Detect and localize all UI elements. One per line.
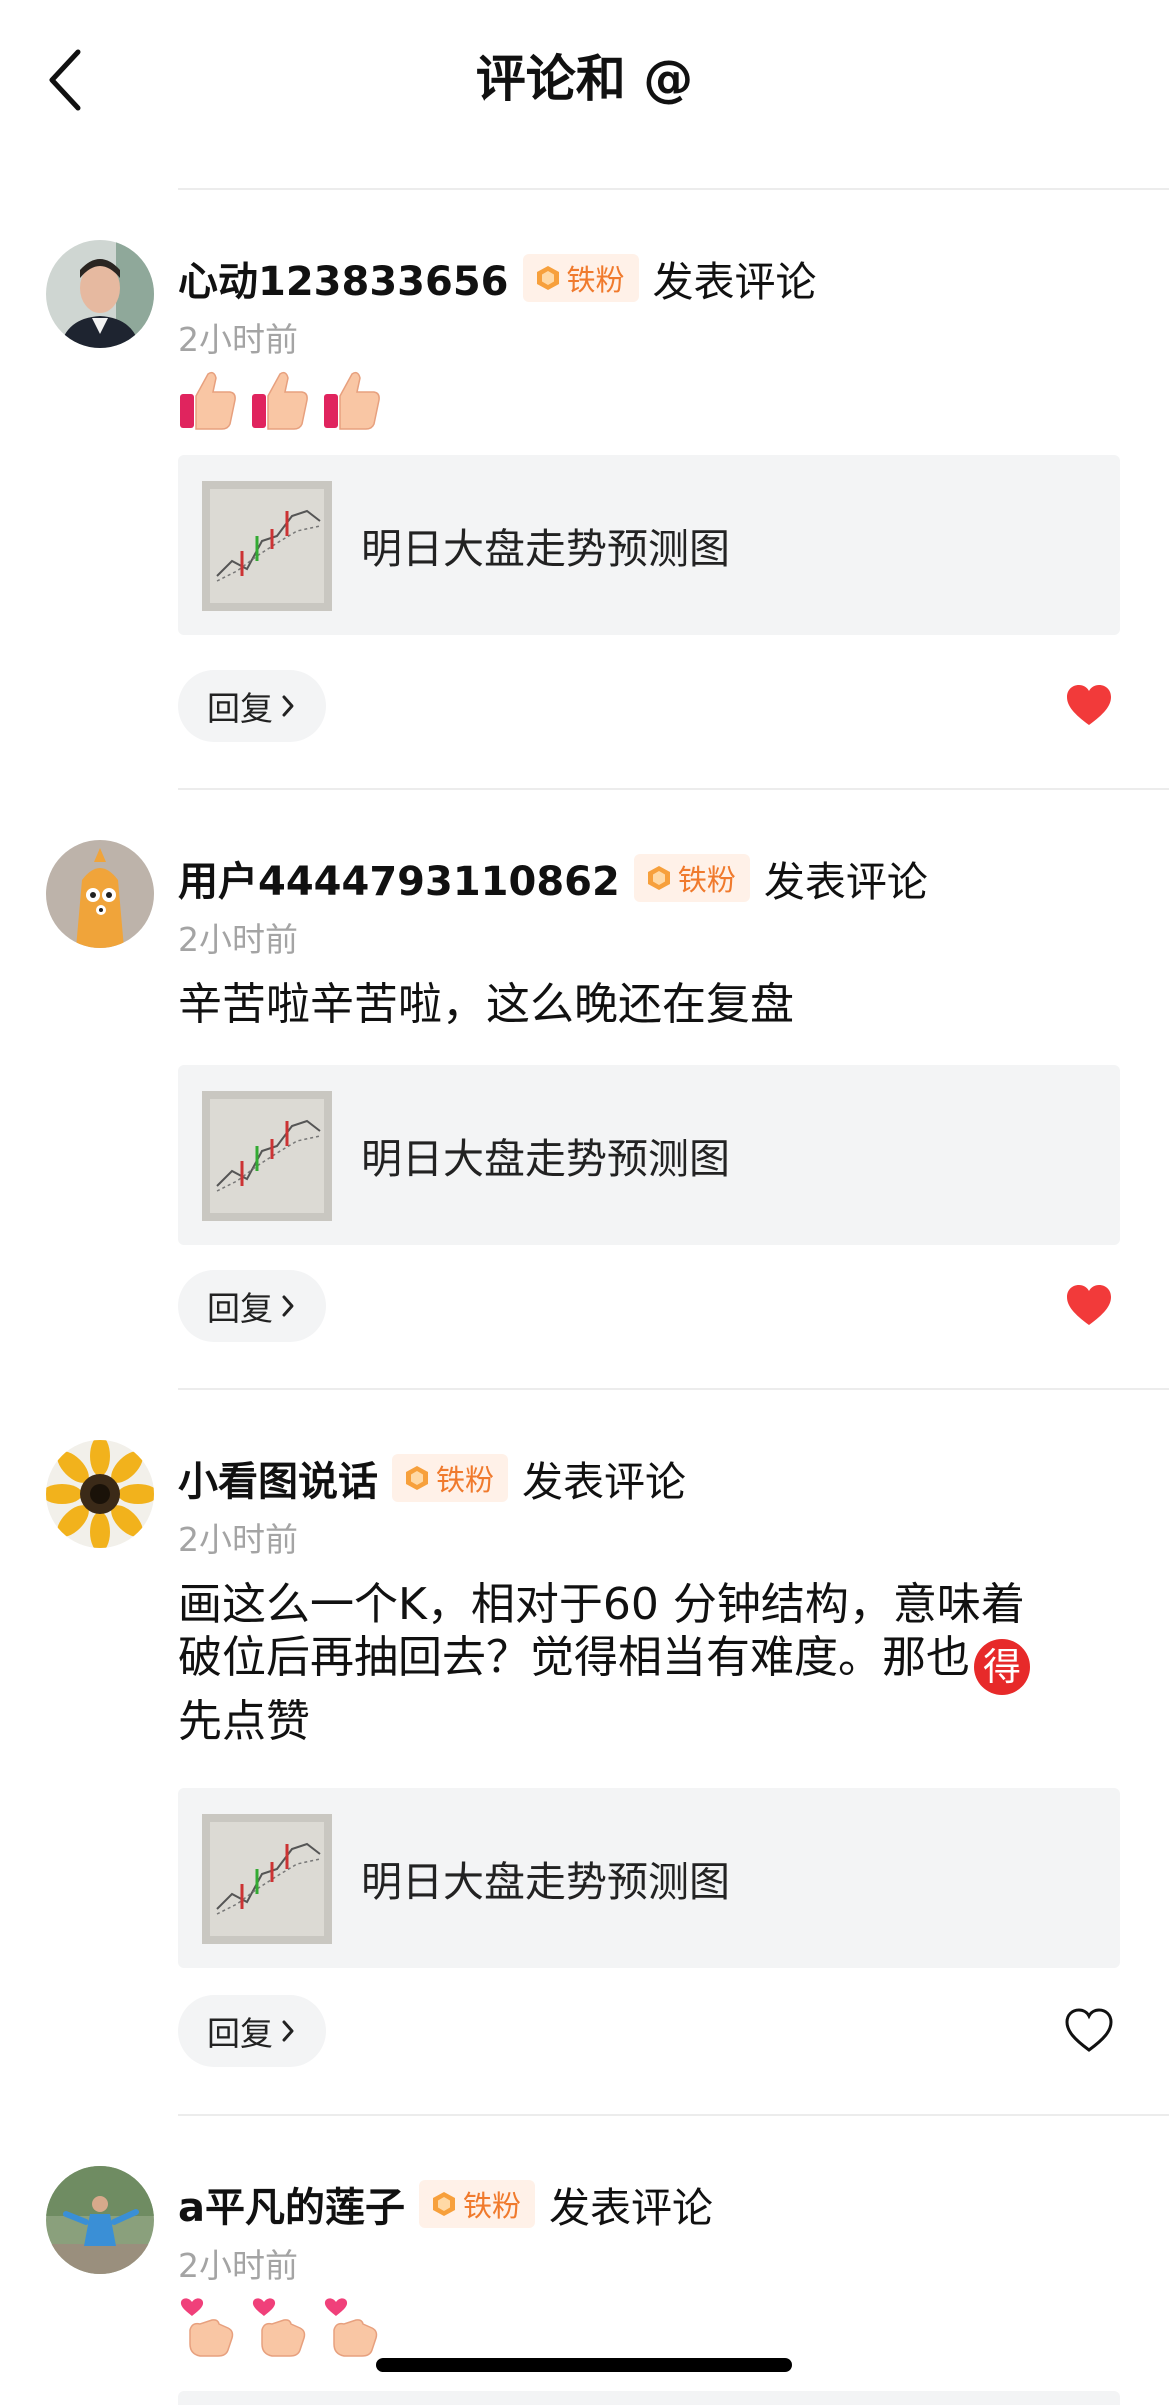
avatar[interactable] <box>46 2166 154 2274</box>
action-text: 发表评论 <box>522 1458 687 1506</box>
reply-label: 回复 <box>207 689 273 728</box>
username[interactable]: 心动123833656 <box>178 249 509 307</box>
action-text: 发表评论 <box>549 2184 714 2232</box>
comment-item: 用户4444793110862 铁粉 发表评论 2小时前 辛苦啦辛苦啦，这么晚还… <box>0 840 1169 1440</box>
divider <box>178 188 1169 190</box>
post-card[interactable]: 明日大盘走势预测图 <box>178 455 1120 635</box>
emoji-row <box>178 2294 382 2364</box>
post-thumbnail <box>202 1091 332 1221</box>
badge-label: 铁粉 <box>436 1463 495 1497</box>
post-thumbnail <box>202 481 332 611</box>
finger-heart-icon <box>324 2298 378 2357</box>
comment-text-line: 先点赞 <box>178 1696 310 1747</box>
chevron-right-icon <box>282 1295 294 1317</box>
comment-text: 画这么一个K，相对于60 分钟结构，意味着 破位后再抽回去？觉得相当有难度。那也… <box>178 1578 1118 1748</box>
reply-label: 回复 <box>207 2014 273 2053</box>
reply-button[interactable]: 回复 <box>178 670 326 742</box>
timestamp: 2小时前 <box>178 2246 298 2285</box>
finger-heart-icon <box>180 2298 234 2357</box>
divider <box>178 1388 1169 1390</box>
like-button[interactable] <box>1064 2006 1114 2056</box>
thumbs-up-icon <box>180 371 236 430</box>
post-card[interactable]: 明日大盘走势预测图 <box>178 1065 1120 1245</box>
heart-outline-icon <box>1065 2008 1113 2052</box>
reply-label: 回复 <box>207 1289 273 1328</box>
hexagon-badge-icon <box>433 2192 455 2216</box>
reply-button[interactable]: 回复 <box>178 1995 326 2067</box>
post-title: 明日大盘走势预测图 <box>361 1858 730 1906</box>
chevron-right-icon <box>282 2020 294 2042</box>
heart-filled-icon <box>1067 685 1111 725</box>
action-text: 发表评论 <box>763 858 928 906</box>
badge-label: 铁粉 <box>463 2189 522 2223</box>
reply-button[interactable]: 回复 <box>178 1270 326 1342</box>
avatar[interactable] <box>46 840 154 948</box>
post-title: 明日大盘走势预测图 <box>361 1135 730 1183</box>
thumbs-up-icon <box>252 371 308 430</box>
post-title: 明日大盘走势预测图 <box>361 525 730 573</box>
chevron-right-icon <box>282 695 294 717</box>
comment-item: 心动123833656 铁粉 发表评论 2小时前 明日大盘走势预测图 回复 <box>0 240 1169 840</box>
fan-badge: 铁粉 <box>392 1454 509 1502</box>
timestamp: 2小时前 <box>178 320 298 359</box>
timestamp: 2小时前 <box>178 920 298 959</box>
comment-text: 辛苦啦辛苦啦，这么晚还在复盘 <box>178 979 794 1030</box>
username[interactable]: a平凡的莲子 <box>178 2175 405 2233</box>
comment-header: 心动123833656 铁粉 发表评论 <box>178 248 817 308</box>
heart-filled-icon <box>1067 1285 1111 1325</box>
fan-badge: 铁粉 <box>522 254 639 302</box>
comment-item: 小看图说话 铁粉 发表评论 2小时前 画这么一个K，相对于60 分钟结构，意味着… <box>0 1440 1169 2120</box>
like-button[interactable] <box>1064 1281 1114 1331</box>
top-bar: 评论和 @ <box>0 0 1169 170</box>
divider <box>178 2114 1169 2116</box>
comment-header: 用户4444793110862 铁粉 发表评论 <box>178 848 928 908</box>
action-text: 发表评论 <box>652 258 817 306</box>
timestamp: 2小时前 <box>178 1520 298 1559</box>
divider <box>178 788 1169 790</box>
emoji-row <box>178 368 382 438</box>
fan-badge: 铁粉 <box>419 2180 536 2228</box>
thumbs-up-icon <box>324 371 380 430</box>
hexagon-badge-icon <box>647 866 670 890</box>
badge-label: 铁粉 <box>677 863 736 897</box>
de-emoji-icon: 得 <box>974 1639 1030 1695</box>
like-button[interactable] <box>1064 681 1114 731</box>
hexagon-badge-icon <box>536 266 559 290</box>
avatar[interactable] <box>46 240 154 348</box>
comment-header: a平凡的莲子 铁粉 发表评论 <box>178 2174 713 2234</box>
page-title: 评论和 @ <box>475 50 694 108</box>
comment-text-line: 画这么一个K，相对于60 分钟结构，意味着 <box>178 1579 1025 1630</box>
comment-text-line: 破位后再抽回去？觉得相当有难度。那也得 <box>178 1631 1118 1695</box>
fan-badge: 铁粉 <box>633 854 750 902</box>
finger-heart-icon <box>252 2298 306 2357</box>
post-card[interactable]: 明日大盘走势预测图 <box>178 1788 1120 1968</box>
post-card[interactable] <box>178 2391 1120 2405</box>
comment-header: 小看图说话 铁粉 发表评论 <box>178 1448 686 1508</box>
username[interactable]: 小看图说话 <box>178 1449 378 1507</box>
username[interactable]: 用户4444793110862 <box>178 849 620 907</box>
avatar[interactable] <box>46 1440 154 1548</box>
hexagon-badge-icon <box>406 1466 428 1490</box>
comment-text-segment: 破位后再抽回去？觉得相当有难度。那也 <box>178 1632 970 1683</box>
post-thumbnail <box>202 1814 332 1944</box>
home-indicator <box>376 2358 792 2372</box>
badge-label: 铁粉 <box>566 263 625 297</box>
